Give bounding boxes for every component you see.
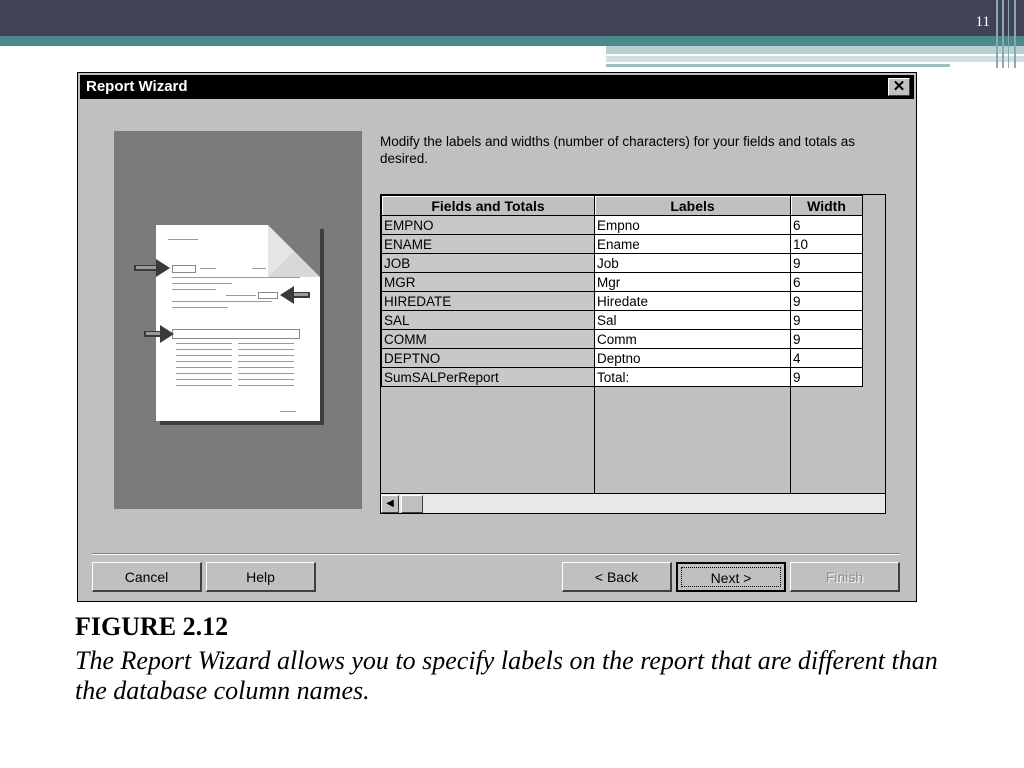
cell-label[interactable]: Mgr [594,272,791,292]
cell-field[interactable]: SumSALPerReport [381,367,595,387]
column-header-labels[interactable]: Labels [594,195,791,216]
button-separator [92,553,900,555]
cell-width[interactable]: 4 [790,348,863,368]
back-button[interactable]: < Back [562,562,672,592]
next-button[interactable]: Next > [676,562,786,592]
cell-label[interactable]: Total: [594,367,791,387]
cell-width[interactable]: 9 [790,329,863,349]
cell-label[interactable]: Empno [594,215,791,235]
finish-button: Finish [790,562,900,592]
cell-field[interactable]: MGR [381,272,595,292]
cell-width[interactable]: 9 [790,367,863,387]
slide-edge-decoration [992,0,1024,68]
report-page-icon [156,225,320,421]
column-header-fields[interactable]: Fields and Totals [381,195,595,216]
help-button[interactable]: Help [206,562,316,592]
window-title-bar: Report Wizard ✕ [80,75,914,99]
cell-label[interactable]: Ename [594,234,791,254]
close-button[interactable]: ✕ [888,78,910,96]
scroll-left-button[interactable]: ◀ [381,495,399,513]
column-divider [790,195,791,493]
close-icon: ✕ [892,78,906,95]
instructions-text: Modify the labels and widths (number of … [380,134,855,166]
arrow-right-icon [134,259,170,277]
cell-field[interactable]: JOB [381,253,595,273]
cell-field[interactable]: DEPTNO [381,348,595,368]
focus-indicator [681,567,781,587]
scroll-left-icon: ◀ [386,498,394,509]
slide-accent-strip [606,64,950,67]
slide-accent-strip [606,46,1024,54]
cell-label[interactable]: Job [594,253,791,273]
cell-field[interactable]: COMM [381,329,595,349]
cell-width[interactable]: 6 [790,272,863,292]
cell-label[interactable]: Deptno [594,348,791,368]
slide-header-bar [0,0,1024,36]
wizard-illustration [114,131,362,509]
column-divider [594,195,595,493]
cell-field[interactable]: HIREDATE [381,291,595,311]
column-header-width[interactable]: Width [790,195,863,216]
cell-label[interactable]: Hiredate [594,291,791,311]
cancel-button[interactable]: Cancel [92,562,202,592]
figure-caption: The Report Wizard allows you to specify … [75,646,938,705]
slide-accent-bar [0,36,1024,46]
figure-title: FIGURE 2.12 [75,612,229,641]
cell-field[interactable]: EMPNO [381,215,595,235]
arrow-right-icon [144,325,174,343]
scroll-thumb[interactable] [401,495,423,513]
cell-field[interactable]: SAL [381,310,595,330]
cell-width[interactable]: 9 [790,253,863,273]
cell-field[interactable]: ENAME [381,234,595,254]
report-wizard-window: Report Wizard ✕ Modify the labels and wi… [77,72,917,602]
window-title: Report Wizard [86,78,188,95]
cell-width[interactable]: 10 [790,234,863,254]
cell-label[interactable]: Comm [594,329,791,349]
cell-width[interactable]: 6 [790,215,863,235]
arrow-left-icon [280,286,310,304]
cell-label[interactable]: Sal [594,310,791,330]
horizontal-scrollbar[interactable]: ◀ ▶ [381,493,885,513]
slide-number: 11 [975,14,990,30]
cell-width[interactable]: 9 [790,310,863,330]
cell-width[interactable]: 9 [790,291,863,311]
fields-grid[interactable]: Fields and Totals Labels Width EMPNO Empn… [380,194,886,514]
slide-accent-strip [606,56,1024,62]
